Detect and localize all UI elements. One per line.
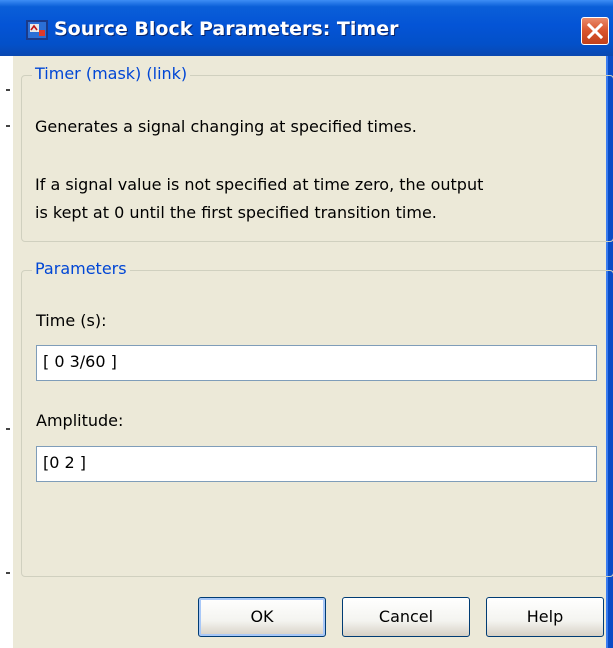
description-group-legend: Timer (mask) (link) — [32, 63, 191, 85]
description-line-1: Generates a signal changing at specified… — [35, 117, 417, 136]
description-line-3: is kept at 0 until the first specified t… — [35, 203, 437, 222]
close-button[interactable] — [581, 17, 609, 45]
parameters-group-legend: Parameters — [32, 258, 130, 280]
cancel-button[interactable]: Cancel — [342, 597, 470, 637]
time-input[interactable]: [ 0 3/60 ] — [36, 345, 597, 381]
time-label: Time (s): — [36, 311, 107, 330]
description-line-2: If a signal value is not specified at ti… — [35, 175, 484, 194]
title-bar[interactable]: Source Block Parameters: Timer — [0, 0, 613, 56]
window-title: Source Block Parameters: Timer — [54, 18, 399, 40]
amplitude-label: Amplitude: — [36, 411, 124, 430]
background-window-edge — [0, 56, 13, 648]
close-icon — [586, 22, 604, 40]
simulink-block-icon — [26, 20, 48, 40]
help-button[interactable]: Help — [486, 597, 604, 637]
amplitude-input[interactable]: [0 2 ] — [36, 446, 597, 482]
ok-button[interactable]: OK — [198, 597, 326, 637]
